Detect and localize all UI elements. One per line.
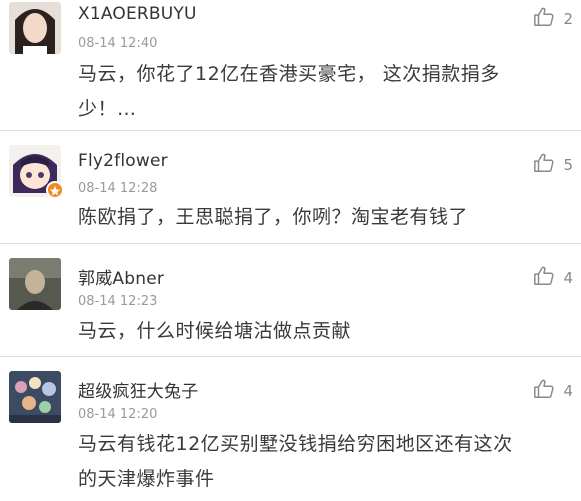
- thumbs-up-icon: [533, 265, 555, 291]
- like-button[interactable]: 4: [533, 265, 573, 291]
- thumbs-up-icon: [533, 378, 555, 404]
- comment-time: 08-14 12:28: [78, 181, 158, 196]
- user-avatar[interactable]: [9, 258, 61, 310]
- comment-text: 陈欧捐了，王思聪捐了，你咧？淘宝老有钱了: [78, 200, 563, 235]
- comment-list: X1AOERBUYU 08-14 12:40 马云，你花了12亿在香港买豪宅， …: [0, 0, 581, 501]
- comment-time: 08-14 12:23: [78, 294, 158, 309]
- comment-item: Fly2flower 08-14 12:28 陈欧捐了，王思聪捐了，你咧？淘宝老…: [0, 130, 581, 243]
- comment-item: 郭威Abner 08-14 12:23 马云，什么时候给塘沽做点贡献 4: [0, 243, 581, 356]
- comment-text: 马云，你花了12亿在香港买豪宅， 这次捐款捐多 少！…: [78, 57, 563, 127]
- like-count: 4: [563, 269, 573, 287]
- comment-text-line: 少！…: [78, 98, 137, 120]
- comment-text-line: 陈欧捐了，王思聪捐了，你咧？淘宝老有钱了: [78, 206, 469, 228]
- like-button[interactable]: 5: [533, 152, 573, 178]
- comment-text: 马云有钱花12亿买别墅没钱捐给穷困地区还有这次 的天津爆炸事件: [78, 427, 563, 497]
- comment-item: 超级疯狂大兔子 08-14 12:20 马云有钱花12亿买别墅没钱捐给穷困地区还…: [0, 356, 581, 501]
- username[interactable]: X1AOERBUYU: [78, 4, 197, 24]
- comment-text-line: 的天津爆炸事件: [78, 468, 215, 490]
- vip-star-icon: [46, 181, 64, 199]
- comment-time: 08-14 12:40: [78, 36, 158, 51]
- user-avatar[interactable]: [9, 2, 61, 54]
- comment-text-line: 马云有钱花12亿买别墅没钱捐给穷困地区还有这次: [78, 433, 513, 455]
- comment-text-line: 马云，你花了12亿在香港买豪宅， 这次捐款捐多: [78, 63, 500, 85]
- like-count: 4: [563, 382, 573, 400]
- username[interactable]: 郭威Abner: [78, 264, 164, 289]
- like-count: 5: [563, 156, 573, 174]
- thumbs-up-icon: [533, 152, 555, 178]
- like-button[interactable]: 4: [533, 378, 573, 404]
- like-count: 2: [563, 10, 573, 28]
- thumbs-up-icon: [533, 6, 555, 32]
- comment-text: 马云，什么时候给塘沽做点贡献: [78, 314, 563, 349]
- comment-text-line: 马云，什么时候给塘沽做点贡献: [78, 320, 352, 342]
- comment-item: X1AOERBUYU 08-14 12:40 马云，你花了12亿在香港买豪宅， …: [0, 0, 581, 130]
- username[interactable]: 超级疯狂大兔子: [78, 377, 198, 402]
- like-button[interactable]: 2: [533, 6, 573, 32]
- username[interactable]: Fly2flower: [78, 151, 168, 171]
- user-avatar[interactable]: [9, 371, 61, 423]
- comment-time: 08-14 12:20: [78, 407, 158, 422]
